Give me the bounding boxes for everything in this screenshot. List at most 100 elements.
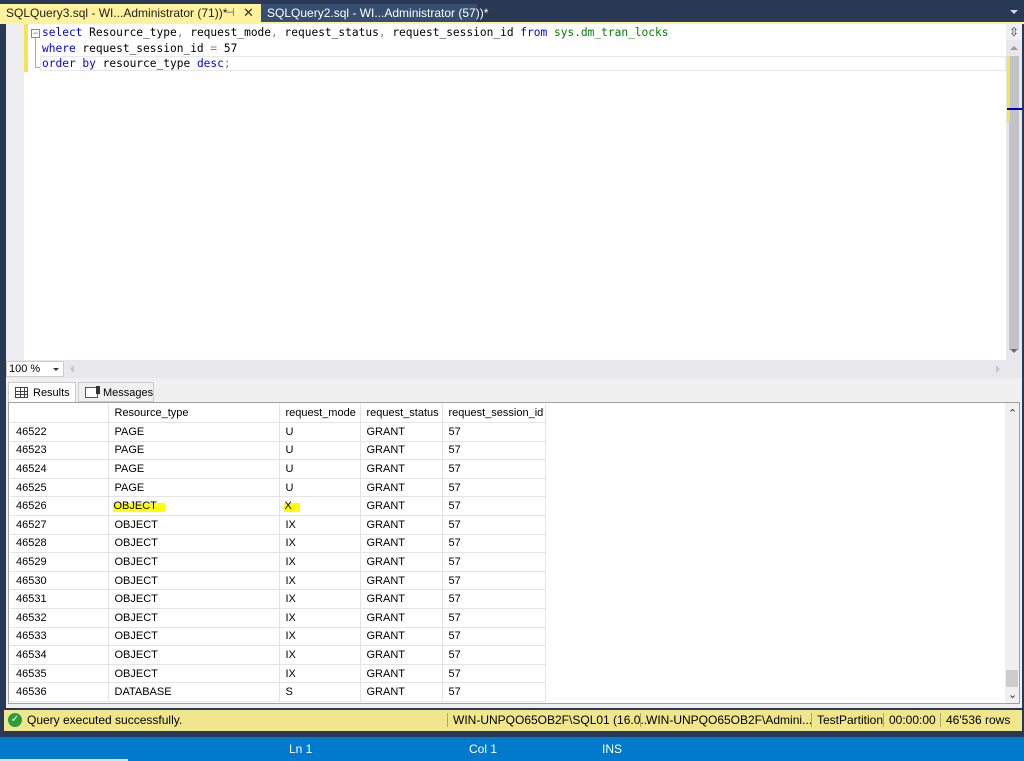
table-row[interactable]: 46534 OBJECT IX GRANT 57 — [10, 645, 546, 665]
tab-sqlquery3[interactable]: SQLQuery3.sql - WI...Administrator (71))… — [0, 4, 261, 22]
sql-code[interactable]: select Resource_type, request_mode, requ… — [42, 25, 669, 72]
scroll-right-icon[interactable] — [996, 365, 1000, 373]
row-number[interactable]: 46533 — [10, 627, 109, 647]
session-id-cell[interactable]: 57 — [442, 496, 546, 517]
collapse-icon[interactable]: − — [31, 29, 40, 38]
resource-type-cell[interactable]: OBJECT — [108, 645, 280, 665]
session-id-cell[interactable]: 57 — [442, 645, 546, 665]
scroll-down-icon[interactable]: ⌄ — [1008, 688, 1017, 701]
resource-type-cell[interactable]: OBJECT — [108, 608, 280, 628]
row-number[interactable]: 46526 — [10, 496, 109, 517]
tab-sqlquery2[interactable]: SQLQuery2.sql - WI...Administrator (57))… — [261, 4, 488, 22]
resource-type-cell[interactable]: PAGE — [108, 441, 280, 461]
row-number[interactable]: 46525 — [10, 478, 109, 498]
resource-type-cell[interactable]: OBJECT — [108, 627, 280, 647]
resource-type-cell[interactable]: OBJECT — [108, 534, 280, 554]
resource-type-cell[interactable]: OBJECT — [108, 589, 280, 610]
request-mode-cell[interactable]: IX — [279, 552, 361, 572]
request-status-cell[interactable]: GRANT — [360, 515, 443, 535]
row-number[interactable]: 46529 — [10, 552, 109, 572]
column-header-request-status[interactable]: request_status — [360, 404, 443, 424]
resource-type-cell[interactable]: OBJECT — [108, 552, 280, 572]
column-header-request-mode[interactable]: request_mode — [279, 404, 361, 424]
request-mode-cell[interactable]: IX — [279, 664, 361, 684]
query-editor[interactable]: − select Resource_type, request_mode, re… — [6, 24, 1022, 360]
request-mode-cell[interactable]: U — [279, 422, 361, 442]
resource-type-cell[interactable]: DATABASE — [108, 682, 280, 702]
session-id-cell[interactable]: 57 — [442, 608, 546, 628]
scroll-up-icon[interactable] — [1010, 46, 1018, 50]
results-grid[interactable]: Resource_type request_mode request_statu… — [8, 402, 1020, 704]
request-status-cell[interactable]: GRANT — [360, 422, 443, 442]
table-row[interactable]: 46533 OBJECT IX GRANT 57 — [10, 627, 546, 647]
row-number[interactable]: 46527 — [10, 515, 109, 535]
close-icon[interactable]: ✕ — [243, 4, 254, 22]
request-mode-cell[interactable]: U — [279, 478, 361, 498]
session-id-cell[interactable]: 57 — [442, 552, 546, 572]
session-id-cell[interactable]: 57 — [442, 478, 546, 498]
request-status-cell[interactable]: GRANT — [360, 441, 443, 461]
code-line[interactable]: order by resource_type desc; — [42, 56, 669, 72]
request-status-cell[interactable]: GRANT — [360, 571, 443, 591]
row-number[interactable]: 46532 — [10, 608, 109, 628]
request-status-cell[interactable]: GRANT — [360, 496, 443, 517]
resource-type-cell[interactable]: PAGE — [108, 422, 280, 442]
session-id-cell[interactable]: 57 — [442, 589, 546, 610]
table-row[interactable]: 46529 OBJECT IX GRANT 57 — [10, 552, 546, 572]
table-row[interactable]: 46522 PAGE U GRANT 57 — [10, 422, 546, 442]
table-row[interactable]: 46525 PAGE U GRANT 57 — [10, 478, 546, 498]
session-id-cell[interactable]: 57 — [442, 515, 546, 535]
row-number[interactable]: 46522 — [10, 422, 109, 442]
column-header-rownum[interactable] — [10, 404, 109, 424]
results-vertical-scrollbar[interactable]: ⌃ ⌄ — [1005, 403, 1019, 703]
request-mode-cell[interactable]: U — [279, 441, 361, 461]
scroll-left-icon[interactable] — [70, 365, 74, 373]
row-number[interactable]: 46523 — [10, 441, 109, 461]
resource-type-cell[interactable]: OBJECT — [108, 571, 280, 591]
request-status-cell[interactable]: GRANT — [360, 608, 443, 628]
tab-overflow-dropdown-icon[interactable] — [1010, 10, 1018, 14]
session-id-cell[interactable]: 57 — [442, 422, 546, 442]
request-status-cell[interactable]: GRANT — [360, 534, 443, 554]
code-line[interactable]: where request_session_id = 57 — [42, 41, 669, 57]
request-status-cell[interactable]: GRANT — [360, 478, 443, 498]
row-number[interactable]: 46530 — [10, 571, 109, 591]
session-id-cell[interactable]: 57 — [442, 441, 546, 461]
request-mode-cell[interactable]: IX — [279, 645, 361, 665]
table-row[interactable]: 46526 OBJECT X GRANT 57 — [10, 496, 546, 517]
resource-type-cell[interactable]: PAGE — [108, 459, 280, 479]
request-mode-cell[interactable]: IX — [279, 515, 361, 535]
request-status-cell[interactable]: GRANT — [360, 682, 443, 702]
request-mode-cell[interactable]: IX — [279, 534, 361, 554]
session-id-cell[interactable]: 57 — [442, 682, 546, 702]
session-id-cell[interactable]: 57 — [442, 664, 546, 684]
row-number[interactable]: 46524 — [10, 459, 109, 479]
scroll-up-icon[interactable]: ⌃ — [1008, 407, 1017, 420]
request-mode-cell[interactable]: IX — [279, 571, 361, 591]
row-number[interactable]: 46528 — [10, 534, 109, 554]
resource-type-cell[interactable]: OBJECT — [108, 515, 280, 535]
row-number[interactable]: 46535 — [10, 664, 109, 684]
code-line[interactable]: select Resource_type, request_mode, requ… — [42, 25, 669, 41]
zoom-level-dropdown[interactable]: 100 % — [6, 361, 64, 377]
table-row[interactable]: 46530 OBJECT IX GRANT 57 — [10, 571, 546, 591]
split-window-icon[interactable]: ⇳ — [1006, 24, 1022, 40]
tab-messages[interactable]: Messages — [78, 382, 154, 402]
request-mode-cell[interactable]: IX — [279, 627, 361, 647]
row-number[interactable]: 46536 — [10, 682, 109, 702]
row-number[interactable]: 46531 — [10, 589, 109, 610]
tab-results[interactable]: Results — [8, 382, 76, 402]
table-row[interactable]: 46524 PAGE U GRANT 57 — [10, 459, 546, 479]
table-row[interactable]: 46523 PAGE U GRANT 57 — [10, 441, 546, 461]
request-mode-cell[interactable]: IX — [279, 589, 361, 610]
session-id-cell[interactable]: 57 — [442, 459, 546, 479]
request-status-cell[interactable]: GRANT — [360, 459, 443, 479]
scroll-down-icon[interactable] — [1010, 349, 1018, 353]
resource-type-cell[interactable]: PAGE — [108, 478, 280, 498]
pin-icon[interactable]: ⊣ — [225, 4, 235, 22]
request-mode-cell[interactable]: U — [279, 459, 361, 479]
table-row[interactable]: 46527 OBJECT IX GRANT 57 — [10, 515, 546, 535]
table-row[interactable]: 46528 OBJECT IX GRANT 57 — [10, 534, 546, 554]
request-status-cell[interactable]: GRANT — [360, 552, 443, 572]
column-header-resource-type[interactable]: Resource_type — [108, 404, 280, 424]
